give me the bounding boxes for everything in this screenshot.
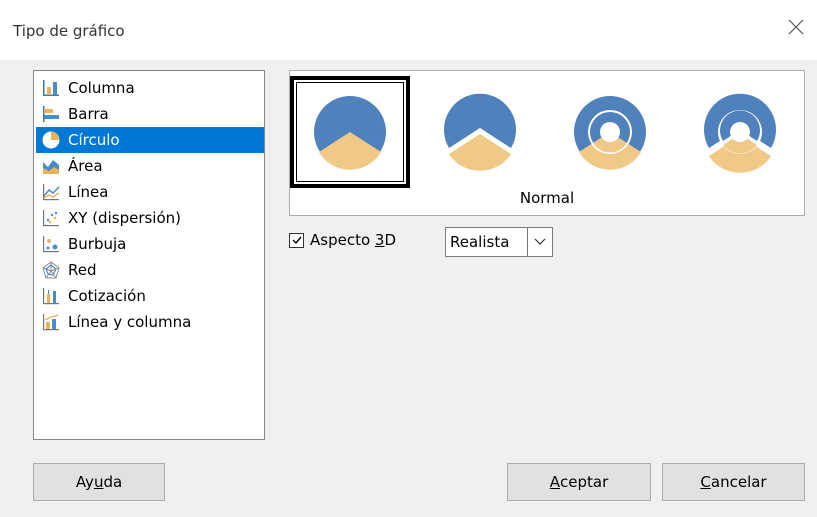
3d-style-select[interactable]: Realista: [445, 227, 553, 257]
cancel-button[interactable]: Cancelar: [662, 463, 805, 501]
ok-button[interactable]: Aceptar: [507, 463, 651, 501]
dialog-title: Tipo de gráfico: [13, 22, 125, 40]
pie-chart-icon: [41, 130, 61, 150]
stock-chart-icon: [41, 286, 61, 306]
variant-caption: Normal: [519, 189, 575, 207]
close-icon[interactable]: [785, 16, 807, 38]
chart-type-item-xy[interactable]: XY (dispersión): [36, 205, 264, 231]
variant-pie-exploded[interactable]: [420, 76, 540, 188]
variant-donut-exploded[interactable]: [680, 76, 800, 188]
net-chart-icon: [41, 260, 61, 280]
chart-type-label: Círculo: [68, 131, 120, 149]
chart-type-item-circulo[interactable]: Círculo: [36, 127, 264, 153]
area-chart-icon: [41, 156, 61, 176]
chart-type-item-cotizacion[interactable]: Cotización: [36, 283, 264, 309]
3d-style-value: Realista: [450, 233, 510, 251]
chart-type-label: Columna: [68, 79, 135, 97]
variant-pie-normal[interactable]: [290, 76, 410, 188]
help-button[interactable]: Ay u da: [33, 463, 165, 501]
chevron-down-icon[interactable]: [527, 228, 552, 256]
chart-type-label: Red: [68, 261, 97, 279]
chart-type-item-linea[interactable]: Línea: [36, 179, 264, 205]
chart-variant-panel: Normal: [289, 70, 805, 216]
chart-type-label: Línea y columna: [68, 313, 192, 331]
column-line-chart-icon: [41, 312, 61, 332]
aspect-3d-label: Aspecto 3D: [310, 231, 397, 249]
scatter-chart-icon: [41, 208, 61, 228]
checkbox-checked-icon[interactable]: [289, 232, 304, 248]
aspect-3d-checkbox[interactable]: Aspecto 3D: [289, 231, 396, 249]
chart-type-item-red[interactable]: Red: [36, 257, 264, 283]
chart-type-label: Cotización: [68, 287, 146, 305]
chart-type-item-columna[interactable]: Columna: [36, 75, 264, 101]
chart-type-label: XY (dispersión): [68, 209, 181, 227]
chart-type-item-barra[interactable]: Barra: [36, 101, 264, 127]
chart-type-list[interactable]: Columna Barra Círculo Área Línea XY (dis…: [33, 70, 265, 440]
bubble-chart-icon: [41, 234, 61, 254]
chart-type-label: Barra: [68, 105, 109, 123]
bar-chart-icon: [41, 104, 61, 124]
chart-type-label: Burbuja: [68, 235, 127, 253]
chart-type-item-linea-columna[interactable]: Línea y columna: [36, 309, 264, 335]
line-chart-icon: [41, 182, 61, 202]
chart-type-item-burbuja[interactable]: Burbuja: [36, 231, 264, 257]
variant-donut[interactable]: [550, 76, 670, 188]
dialog-titlebar: Tipo de gráfico: [0, 0, 817, 60]
chart-type-item-area[interactable]: Área: [36, 153, 264, 179]
chart-type-label: Línea: [68, 183, 109, 201]
column-chart-icon: [41, 78, 61, 98]
chart-type-label: Área: [68, 157, 103, 175]
